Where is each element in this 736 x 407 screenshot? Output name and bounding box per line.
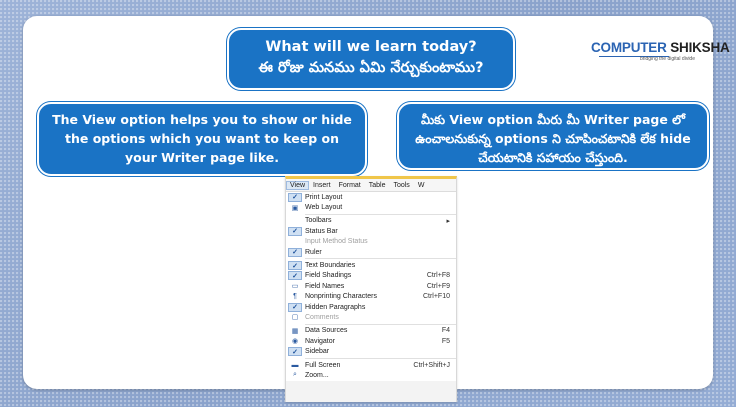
computer-shiksha-logo: COMPUTER SHIKSHA bridging the digital di… (591, 40, 730, 70)
checkmark-icon: ✓ (288, 261, 302, 271)
menu-item-label: Comments (305, 313, 339, 321)
logo-brand-part2: SHIKSHA (670, 40, 730, 55)
menu-item-web-layout[interactable]: ▣ Web Layout (286, 202, 456, 212)
title-telugu: ఈ రోజు మనము ఏమి నేర్చుకుంటాము? (258, 60, 484, 76)
title-english: What will we learn today? (265, 39, 477, 55)
menu-item-shortcut: ▸ (446, 217, 450, 225)
menu-item-label: Zoom... (305, 371, 329, 379)
checkmark-icon: ✓ (288, 271, 302, 281)
comments-icon: ▢ (291, 314, 299, 322)
checkmark-icon: ✓ (288, 302, 302, 312)
menu-item-label: Hidden Paragraphs (305, 303, 366, 311)
menu-item-text-boundaries[interactable]: ✓ Text Boundaries (286, 260, 456, 271)
menu-item-shortcut: F4 (441, 327, 450, 335)
menubar-item-w[interactable]: W (414, 182, 429, 189)
menu-item-comments: ▢ Comments (286, 312, 456, 322)
menubar-item-format[interactable]: Format (335, 182, 365, 189)
menu-item-label: Ruler (305, 248, 322, 256)
menu-item-zoom[interactable]: ⌕ Zoom... (286, 370, 456, 380)
title-bubble: What will we learn today? ఈ రోజు మనము ఏమ… (227, 28, 515, 90)
menu-item-label: Print Layout (305, 193, 343, 201)
logo-brand-part1: COMPUTER (591, 40, 667, 55)
menu-item-hidden-paragraphs[interactable]: ✓ Hidden Paragraphs (286, 302, 456, 312)
menubar-item-view[interactable]: View (286, 180, 310, 190)
menu-item-input-method-status: Input Method Status (286, 237, 456, 247)
menu-item-sidebar[interactable]: ✓ Sidebar (286, 346, 456, 357)
pilcrow-icon: ¶ (293, 293, 297, 301)
menu-item-label: Full Screen (305, 361, 341, 369)
menu-item-label: Status Bar (305, 227, 338, 235)
menu-item-label: Nonprinting Characters (305, 293, 377, 301)
checkmark-icon: ✓ (288, 192, 302, 202)
menu-item-navigator[interactable]: ◉ Navigator F5 (286, 336, 456, 346)
menu-item-label: Web Layout (305, 204, 343, 212)
menu-item-field-shadings[interactable]: ✓ Field Shadings Ctrl+F8 (286, 271, 456, 281)
menu-item-print-layout[interactable]: ✓ Print Layout (286, 192, 456, 202)
view-menu-list: ✓ Print Layout ▣ Web Layout Toolbars ▸ ✓ Status… (286, 192, 456, 381)
menu-item-shortcut: Ctrl+F8 (426, 272, 450, 280)
zoom-icon: ⌕ (293, 371, 297, 379)
navigator-icon: ◉ (291, 338, 299, 346)
menu-item-label: Input Method Status (305, 238, 368, 246)
full-screen-icon: ▬ (291, 361, 299, 369)
blank-icon (288, 216, 302, 225)
view-menu-screenshot: View Insert Format Table Tools W ✓ Print Layou… (285, 176, 457, 402)
menubar-item-insert[interactable]: Insert (309, 182, 335, 189)
english-description-bubble: The View option helps you to show or hid… (37, 102, 367, 176)
telugu-description-bubble: మీకు View option మీరు మీ Writer page లో … (397, 102, 709, 170)
menubar-item-table[interactable]: Table (365, 182, 390, 189)
menu-separator (305, 323, 456, 325)
checkmark-icon: ✓ (288, 226, 302, 236)
menu-item-label: Navigator (305, 337, 335, 345)
menu-separator (305, 357, 456, 359)
blank-icon (288, 237, 302, 246)
menu-item-label: Toolbars (305, 217, 332, 225)
web-layout-icon: ▣ (291, 204, 299, 212)
menu-item-status-bar[interactable]: ✓ Status Bar (286, 226, 456, 236)
slide-card: What will we learn today? ఈ రోజు మనము ఏమ… (23, 16, 730, 402)
menubar-item-tools[interactable]: Tools (389, 182, 413, 189)
menubar: View Insert Format Table Tools W (286, 179, 456, 192)
menu-item-data-sources[interactable]: ▦ Data Sources F4 (286, 326, 456, 336)
menu-item-label: Sidebar (305, 348, 330, 356)
menu-item-toolbars[interactable]: Toolbars ▸ (286, 216, 456, 226)
menu-item-shortcut: F5 (441, 337, 450, 345)
data-sources-icon: ▦ (291, 327, 299, 335)
menu-item-full-screen[interactable]: ▬ Full Screen Ctrl+Shift+J (286, 360, 456, 370)
menu-item-shortcut: Ctrl+F10 (422, 293, 450, 301)
menu-item-shortcut: Ctrl+F9 (426, 282, 450, 290)
menu-item-label: Field Shadings (305, 272, 352, 280)
menu-item-ruler[interactable]: ✓ Ruler (286, 247, 456, 257)
menu-item-label: Field Names (305, 282, 345, 290)
checkmark-icon: ✓ (288, 347, 302, 357)
menu-item-label: Text Boundaries (305, 262, 356, 270)
field-names-icon: ▭ (291, 283, 299, 291)
menu-separator (305, 213, 456, 215)
menu-item-nonprinting-characters[interactable]: ¶ Nonprinting Characters Ctrl+F10 (286, 292, 456, 302)
menu-item-field-names[interactable]: ▭ Field Names Ctrl+F9 (286, 281, 456, 291)
menu-separator (305, 258, 456, 260)
menu-item-shortcut: Ctrl+Shift+J (413, 361, 450, 369)
logo-tagline: bridging the digital divide (639, 56, 695, 62)
menu-item-label: Data Sources (305, 327, 348, 335)
checkmark-icon: ✓ (288, 247, 302, 257)
